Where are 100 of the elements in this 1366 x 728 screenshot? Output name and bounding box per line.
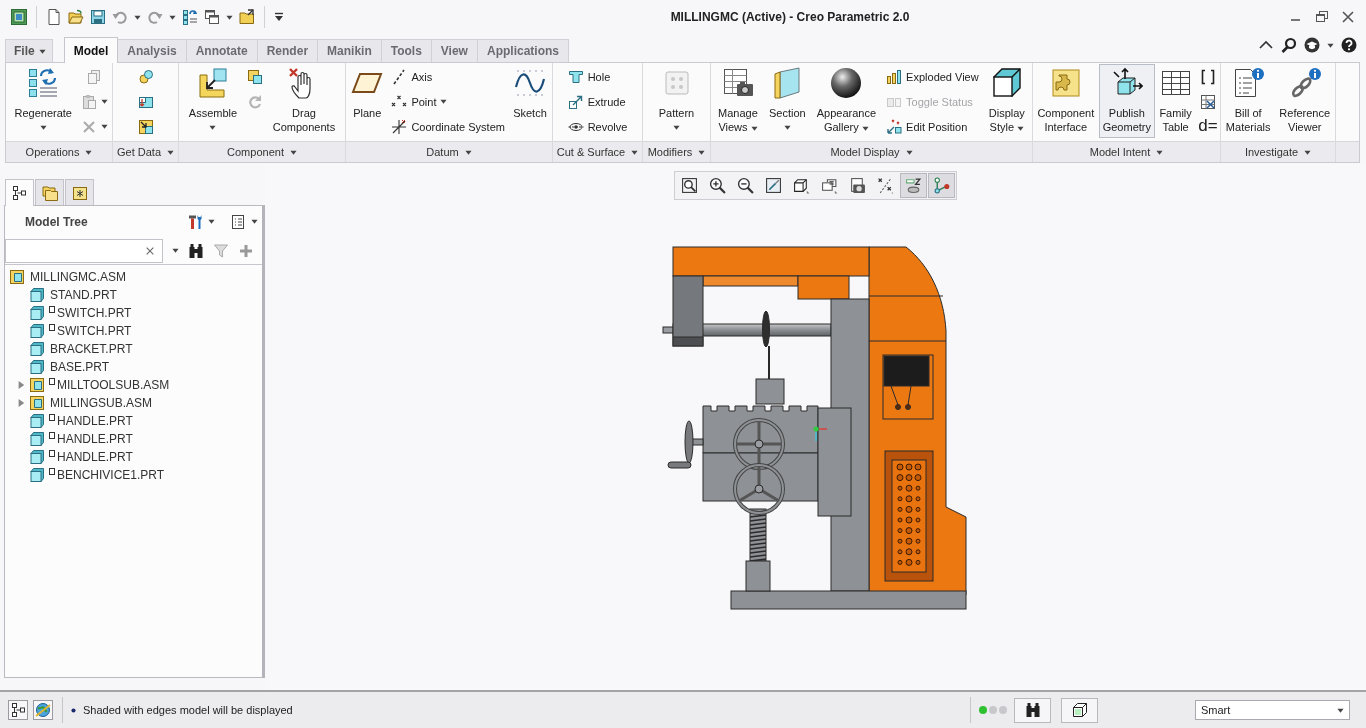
help-icon[interactable] [1341,37,1357,53]
selection-filter-dropdown[interactable]: Smart [1195,700,1350,720]
tree-structure-icon [11,185,28,201]
ribbon-button[interactable]: Exploded View [883,64,982,89]
caret-icon[interactable] [100,98,108,105]
regenerate-icon[interactable] [182,9,198,25]
navigator-tab[interactable] [5,179,34,206]
restore-icon[interactable] [1314,9,1330,25]
globe-icon[interactable] [33,700,53,720]
caret-icon[interactable] [134,13,141,21]
ribbon-button[interactable]: Section [764,64,810,138]
ribbon-button[interactable]: Hole [564,64,631,89]
cube-outline-icon [793,177,810,194]
tree-item[interactable]: HANDLE.PRT [56,450,134,464]
tree-structure-icon[interactable] [8,700,28,720]
save-icon[interactable] [90,9,106,25]
tree-item[interactable]: BASE.PRT [49,360,111,374]
caret-icon[interactable] [208,218,215,225]
asterisk-folder-icon [71,184,88,201]
search-icon[interactable] [1281,37,1297,53]
folder-arrow-icon[interactable] [239,9,255,25]
caret-icon[interactable] [172,247,179,254]
ribbon-button[interactable]: Axis [388,64,508,89]
caret-icon[interactable] [1327,41,1334,49]
open-folder-icon[interactable] [68,9,84,25]
node-graph-icon [933,177,950,194]
ribbon-button[interactable]: Manage Views [714,64,762,138]
camera-icon [849,177,866,194]
ribbon-button[interactable]: Publish Geometry [1098,64,1155,138]
ribbon-button[interactable]: Extrude [564,89,631,114]
overlap-squares-icon[interactable] [246,68,263,85]
tree-item[interactable]: MILLINGSUB.ASM [49,396,154,410]
ribbon-tab[interactable]: Render [257,39,319,62]
ribbon-button[interactable]: Component Interface [1033,64,1099,138]
tree-item[interactable]: SWITCH.PRT [56,324,133,338]
table-camera-icon [721,67,754,99]
expand-arrow-icon[interactable] [17,381,25,389]
ribbon-button[interactable]: Plane [347,64,388,138]
caret-icon[interactable] [169,13,176,21]
tree-item[interactable]: SWITCH.PRT [56,306,133,320]
tree-item[interactable]: BENCHIVICE1.PRT [56,468,166,482]
ribbon-button[interactable]: Coordinate System [388,114,508,139]
tools-icon[interactable] [187,213,203,230]
ribbon-button[interactable]: Reference Viewer [1275,64,1335,138]
search-field[interactable] [5,238,163,263]
binoculars-icon[interactable] [188,242,204,259]
clear-icon[interactable] [145,245,155,256]
tree-item[interactable]: HANDLE.PRT [56,414,134,428]
tree-item[interactable]: STAND.PRT [49,288,118,302]
plus-icon[interactable] [238,242,254,259]
customize-caret-icon[interactable] [274,12,284,22]
app-logo-icon[interactable] [11,9,27,25]
insert-icon[interactable] [137,118,154,135]
caret-icon[interactable] [226,13,233,21]
bars-icon [886,68,903,85]
shapes-icon[interactable] [137,68,154,85]
ribbon-tab[interactable]: Analysis [118,39,187,62]
ribbon-button[interactable]: Bill of Materials [1221,64,1275,138]
ribbon-tab[interactable]: Applications [477,39,569,62]
ribbon-button[interactable]: Pattern [654,64,699,138]
brackets-icon[interactable] [1199,68,1216,85]
table-cross-icon[interactable] [1199,93,1216,110]
stacked-frames-icon [821,177,838,194]
cube-outline-icon [1071,702,1088,718]
expand-arrow-icon[interactable] [17,399,25,407]
tree-item[interactable]: BRACKET.PRT [49,342,134,356]
tree-item[interactable]: MILLINGMC.ASM [29,270,127,284]
view-button[interactable] [1061,697,1098,723]
windows-icon[interactable] [204,9,220,25]
ribbon-button[interactable]: Point [388,89,508,114]
relations-button[interactable]: d= [1196,114,1220,137]
ribbon-button[interactable]: Edit Position [883,114,982,139]
ribbon-button[interactable]: Appearance Gallery [812,64,881,138]
caret-icon[interactable] [251,218,258,225]
ribbon-button[interactable]: Family Table [1155,64,1196,138]
tree-item[interactable]: MILLTOOLSUB.ASM [56,378,171,392]
assembly-icon [29,395,45,411]
ribbon-button[interactable]: Revolve [564,114,631,139]
ribbon-tab[interactable]: Tools [381,39,432,62]
ribbon-button[interactable]: Display Style [984,64,1029,138]
ribbon-button[interactable]: Drag Components [268,64,340,138]
caret-icon[interactable] [100,123,108,130]
binoculars-icon [1024,702,1041,718]
list-icon[interactable] [230,213,246,230]
ribbon-button[interactable]: Assemble [184,64,242,138]
file-menu[interactable]: File [5,39,53,62]
ribbon-tab[interactable]: View [431,39,478,62]
undo-icon[interactable] [112,9,128,25]
redo-icon[interactable] [147,9,163,25]
ribbon-tab[interactable]: Annotate [186,39,258,62]
new-file-icon[interactable] [46,9,62,25]
ribbon-tab[interactable]: Model [63,37,119,63]
tree-item[interactable]: HANDLE.PRT [56,432,134,446]
find-button[interactable] [1014,697,1051,723]
close-icon[interactable] [1340,9,1356,25]
graduation-cap-icon[interactable] [1304,37,1320,53]
ribbon-button[interactable]: Regenerate [10,64,76,138]
extrude-icon [567,93,584,110]
ribbon-button[interactable]: Sketch [509,64,551,138]
ribbon-tab[interactable]: Manikin [318,39,382,62]
